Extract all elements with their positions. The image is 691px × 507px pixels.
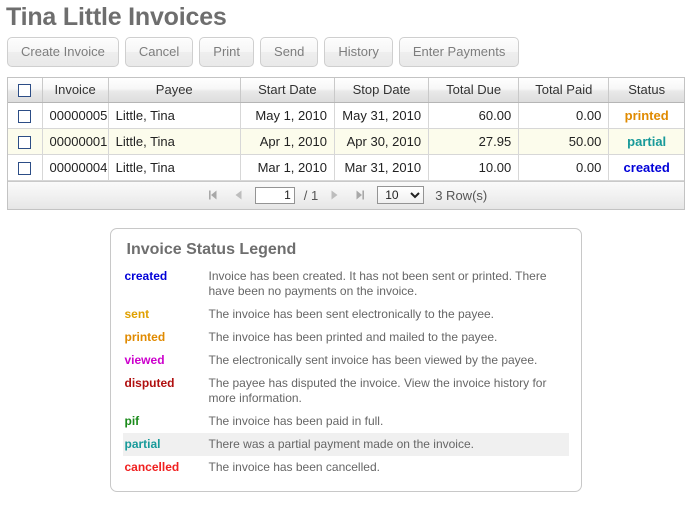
page-total-label: / 1 bbox=[303, 187, 319, 203]
legend-row: partial There was a partial payment made … bbox=[122, 432, 569, 456]
cell-stop-date: Apr 30, 2010 bbox=[334, 128, 430, 155]
cell-stop-date: Mar 31, 2010 bbox=[334, 154, 430, 181]
cell-invoice: 00000004 bbox=[42, 154, 109, 181]
legend-status-label: cancelled bbox=[124, 459, 180, 474]
invoice-status-legend: Invoice Status Legend created Invoice has… bbox=[109, 227, 582, 492]
legend-status-label: partial bbox=[122, 432, 207, 456]
row-checkbox[interactable] bbox=[18, 109, 32, 123]
row-count-label: 3 Row(s) bbox=[435, 187, 488, 203]
column-header-total-due[interactable]: Total Due bbox=[428, 78, 520, 103]
table-header-row: Invoice Payee Start Date Stop Date Total… bbox=[8, 78, 684, 103]
cell-total-paid: 0.00 bbox=[518, 154, 610, 181]
legend-status-label: viewed bbox=[124, 352, 165, 367]
previous-page-icon[interactable] bbox=[230, 187, 246, 203]
legend-row: cancelled The invoice has been cancelled. bbox=[123, 456, 569, 479]
legend-description: There was a partial payment made on the … bbox=[206, 432, 569, 456]
column-header-stop-date[interactable]: Stop Date bbox=[334, 78, 430, 103]
column-header-start-date[interactable]: Start Date bbox=[240, 78, 335, 103]
status-badge: created bbox=[608, 154, 684, 181]
status-badge: printed bbox=[608, 102, 684, 129]
column-header-status[interactable]: Status bbox=[608, 78, 684, 103]
legend-description: Invoice has been created. It has not bee… bbox=[208, 268, 547, 298]
last-page-icon[interactable] bbox=[352, 187, 368, 203]
row-checkbox[interactable] bbox=[18, 161, 32, 175]
cell-stop-date: May 31, 2010 bbox=[334, 102, 430, 129]
cancel-button[interactable]: Cancel bbox=[124, 37, 194, 67]
page-size-select[interactable]: 102050100 bbox=[377, 186, 425, 204]
cell-start-date: Apr 1, 2010 bbox=[240, 128, 335, 155]
legend-status-label: sent bbox=[124, 306, 150, 321]
cell-invoice: 00000005 bbox=[42, 102, 109, 129]
table-row[interactable]: 00000005 Little, Tina May 1, 2010 May 31, 2… bbox=[8, 102, 684, 129]
next-page-icon[interactable] bbox=[327, 187, 343, 203]
legend-description: The invoice has been paid in full. bbox=[208, 413, 384, 428]
row-select-cell[interactable] bbox=[8, 154, 43, 181]
legend-title: Invoice Status Legend bbox=[126, 240, 297, 258]
column-header-invoice[interactable]: Invoice bbox=[42, 78, 109, 103]
legend-status-label: pif bbox=[124, 413, 140, 428]
legend-table: created Invoice has been created. It has … bbox=[122, 265, 569, 479]
legend-status-label: created bbox=[124, 268, 168, 283]
select-all-header[interactable] bbox=[8, 78, 43, 103]
legend-status-label: disputed bbox=[124, 375, 175, 390]
cell-payee: Little, Tina bbox=[108, 102, 241, 129]
send-button[interactable]: Send bbox=[260, 37, 319, 67]
create-invoice-button[interactable]: Create Invoice bbox=[7, 37, 119, 67]
history-button[interactable]: History bbox=[324, 37, 393, 67]
cell-payee: Little, Tina bbox=[108, 128, 241, 155]
table-body: 00000005 Little, Tina May 1, 2010 May 31, 2… bbox=[8, 102, 684, 181]
enter-payments-button[interactable]: Enter Payments bbox=[398, 37, 520, 67]
row-select-cell[interactable] bbox=[8, 128, 43, 155]
cell-start-date: May 1, 2010 bbox=[240, 102, 335, 129]
legend-row: pif The invoice has been paid in full. bbox=[123, 410, 569, 433]
table-row[interactable]: 00000001 Little, Tina Apr 1, 2010 Apr 30, 2… bbox=[8, 128, 684, 155]
cell-total-paid: 50.00 bbox=[518, 128, 610, 155]
first-page-icon[interactable] bbox=[205, 187, 221, 203]
toolbar: Create Invoice Cancel Print Send History Ente… bbox=[0, 32, 691, 73]
cell-total-paid: 0.00 bbox=[518, 102, 610, 129]
page-root: Tina Little Invoices Create Invoice Cance… bbox=[0, 0, 691, 492]
legend-status-label: printed bbox=[124, 329, 166, 344]
table-row[interactable]: 00000004 Little, Tina Mar 1, 2010 Mar 31, 2… bbox=[8, 154, 684, 181]
row-checkbox[interactable] bbox=[18, 135, 32, 149]
legend-description: The invoice has been sent electronically… bbox=[208, 306, 495, 321]
legend-row: viewed The electronically sent invoice ha… bbox=[123, 349, 569, 372]
column-header-total-paid[interactable]: Total Paid bbox=[518, 78, 610, 103]
legend-row: created Invoice has been created. It has … bbox=[123, 265, 569, 303]
invoice-grid: Invoice Payee Start Date Stop Date Total… bbox=[7, 77, 685, 210]
cell-total-due: 27.95 bbox=[428, 128, 520, 155]
cell-payee: Little, Tina bbox=[108, 154, 241, 181]
cell-total-due: 60.00 bbox=[428, 102, 520, 129]
legend-description: The invoice has been cancelled. bbox=[208, 459, 380, 474]
legend-row: disputed The payee has disputed the invoi… bbox=[123, 372, 569, 410]
cell-start-date: Mar 1, 2010 bbox=[240, 154, 335, 181]
page-number-input[interactable] bbox=[254, 186, 295, 204]
row-select-cell[interactable] bbox=[8, 102, 43, 129]
legend-section: Invoice Status Legend created Invoice has… bbox=[0, 227, 691, 492]
legend-description: The invoice has been printed and mailed … bbox=[208, 329, 498, 344]
select-all-checkbox[interactable] bbox=[18, 84, 32, 98]
column-header-payee[interactable]: Payee bbox=[108, 78, 241, 103]
cell-invoice: 00000001 bbox=[42, 128, 109, 155]
legend-description: The electronically sent invoice has been… bbox=[208, 352, 538, 367]
status-badge: partial bbox=[608, 128, 684, 155]
print-button[interactable]: Print bbox=[199, 37, 255, 67]
legend-row: sent The invoice has been sent electronic… bbox=[123, 303, 569, 326]
page-title: Tina Little Invoices bbox=[6, 3, 227, 31]
pagination-bar: / 1 102050100 3 Row(s) bbox=[8, 180, 684, 209]
legend-row: printed The invoice has been printed and … bbox=[123, 326, 569, 349]
legend-description: The payee has disputed the invoice. View… bbox=[208, 375, 547, 405]
invoice-table: Invoice Payee Start Date Stop Date Total… bbox=[8, 78, 684, 181]
cell-total-due: 10.00 bbox=[428, 154, 520, 181]
